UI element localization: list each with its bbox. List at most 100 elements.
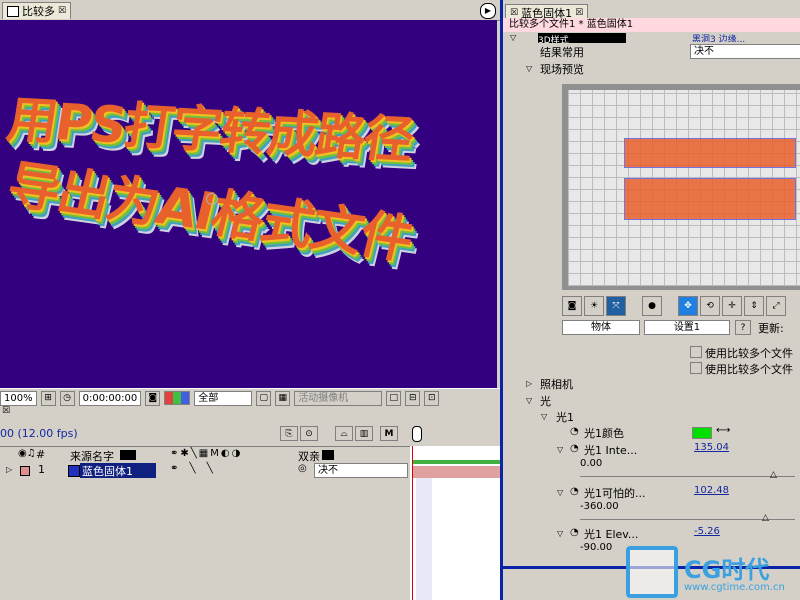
light1-azimuth-min: -360.00 xyxy=(580,501,619,512)
elevation-arrow-icon[interactable]: ▽ xyxy=(557,529,563,538)
pixel-aspect-icon[interactable]: ⊟ xyxy=(405,390,421,406)
light1-color-swatch[interactable] xyxy=(692,427,712,439)
layer-switches-icons[interactable]: ⚭ ╲ ╲ xyxy=(170,463,217,474)
checkbox-1[interactable] xyxy=(690,346,702,358)
checkbox-2[interactable] xyxy=(690,362,702,374)
layer-name[interactable]: 蓝色固体1 xyxy=(80,463,156,479)
pan-tool-icon[interactable]: ✛ xyxy=(722,296,742,316)
comp-toolbar: 100% ⊞ ◷ 0:00:00:00 ◙ 全部 ▢ ▦ 活动摄像机 □ ⊟ ⊡ xyxy=(0,388,500,407)
draft-3d-icon[interactable]: ⌓ xyxy=(335,426,353,441)
stopwatch-icon[interactable]: ◔ xyxy=(570,426,579,437)
scale-tool-icon[interactable]: ⤢ xyxy=(766,296,786,316)
comp-flowchart-icon[interactable]: ⎘ xyxy=(280,426,298,441)
preview-toolbar: ◙ ☀ ⤧ ● ✥ ⟲ ✛ ⇕ ⤢ xyxy=(562,296,800,316)
object-select[interactable]: 物体 xyxy=(562,320,640,335)
light1-elevation-value[interactable]: -5.26 xyxy=(694,526,720,537)
work-area-bar[interactable] xyxy=(412,460,500,464)
camera-expand-arrow-icon[interactable]: ▷ xyxy=(526,379,532,388)
camera-view-icon[interactable]: ◙ xyxy=(562,296,582,316)
parent-pickwhip-icon[interactable]: ◎ xyxy=(298,463,307,474)
checkbox-2-label: 使用比较多个文件 xyxy=(705,363,793,376)
sphere-icon[interactable]: ● xyxy=(642,296,662,316)
timecode-field[interactable]: 0:00:00:00 xyxy=(78,390,142,406)
snapshot-icon[interactable]: ◷ xyxy=(59,390,75,406)
safe-zones-icon[interactable]: ⊞ xyxy=(40,390,56,406)
intensity-slider-knob[interactable]: △ xyxy=(770,470,777,480)
stopwatch-icon[interactable]: ◔ xyxy=(570,527,579,538)
light1-intensity-value[interactable]: 135.04 xyxy=(694,442,729,453)
world-axis-icon[interactable]: ⤧ xyxy=(606,296,626,316)
camera-icon[interactable]: ◙ xyxy=(145,390,161,406)
rotate-tool-icon[interactable]: ⟲ xyxy=(700,296,720,316)
live-preview[interactable] xyxy=(568,90,800,286)
motion-blur-icon[interactable]: M xyxy=(380,426,398,441)
camera-label: 照相机 xyxy=(540,378,573,391)
crosshair-icon xyxy=(206,193,218,205)
eyedropper-icon[interactable]: ⟷ xyxy=(716,425,730,436)
layer-duration-bar[interactable] xyxy=(412,466,500,478)
frame-blend-icon[interactable]: ▥ xyxy=(355,426,373,441)
azimuth-slider-knob[interactable]: △ xyxy=(762,513,769,523)
light-collapse-arrow-icon[interactable]: ▽ xyxy=(526,396,532,405)
result-select[interactable]: 决不 xyxy=(690,44,800,59)
cgtime-logo-icon xyxy=(626,546,678,598)
transparency-grid-icon[interactable]: ▦ xyxy=(275,390,291,406)
preview-label: 现场预览 xyxy=(540,63,584,76)
preview-text-line2 xyxy=(624,178,796,220)
resolution-select[interactable]: 全部 xyxy=(194,390,253,406)
panel-menu-icon[interactable]: ▶ xyxy=(480,3,496,19)
current-time-line xyxy=(412,446,413,600)
close-icon[interactable]: ☒ xyxy=(510,8,518,18)
settings-select[interactable]: 设置1 xyxy=(644,320,730,335)
intensity-slider[interactable] xyxy=(580,476,795,477)
av-switches-icon: ◉♫ xyxy=(18,448,36,459)
channel-swatches-icon[interactable] xyxy=(164,391,191,405)
col-parent-swatch xyxy=(322,450,334,460)
timeline-track-area xyxy=(416,478,432,600)
col-source-name[interactable]: 来源名字 xyxy=(70,448,114,464)
time-indicator-icon[interactable] xyxy=(412,426,422,442)
light1-azimuth-value[interactable]: 102.48 xyxy=(694,485,729,496)
layer-row[interactable]: ▷ 1 蓝色固体1 ⚭ ╲ ╲ ◎ 决不 xyxy=(0,463,410,479)
timeline-tab-bar: ☒ xyxy=(0,406,500,420)
fast-preview-icon[interactable]: ⊡ xyxy=(424,390,440,406)
light1-intensity-label: 光1 Inte... xyxy=(584,444,638,457)
composition-viewer[interactable]: 用PS打字转成路径 导出为AI格式文件 xyxy=(0,20,497,388)
style-label: 3D样式 xyxy=(538,33,626,43)
help-button[interactable]: ? xyxy=(735,320,751,335)
comp-tab[interactable]: 比较多 ☒ xyxy=(2,2,72,19)
timeline-graph[interactable] xyxy=(410,446,500,600)
stopwatch-icon[interactable]: ◔ xyxy=(570,486,579,497)
azimuth-arrow-icon[interactable]: ▽ xyxy=(557,488,563,497)
comp-icon xyxy=(7,5,19,17)
light1-collapse-arrow-icon[interactable]: ▽ xyxy=(541,412,547,421)
intensity-arrow-icon[interactable]: ▽ xyxy=(557,445,563,454)
close-icon[interactable]: ☒ xyxy=(2,406,10,416)
cgtime-url: www.cgtime.com.cn xyxy=(684,582,785,593)
region-icon[interactable]: ▢ xyxy=(256,390,272,406)
view-select[interactable]: 活动摄像机 xyxy=(294,390,383,406)
view-layout-icon[interactable]: □ xyxy=(386,390,402,406)
preview-collapse-arrow-icon[interactable]: ▽ xyxy=(526,64,532,73)
zoom-select[interactable]: 100% xyxy=(0,390,37,406)
timeline-body xyxy=(0,478,410,600)
expand-arrow-icon[interactable]: ▷ xyxy=(6,465,12,474)
layer-label-color[interactable] xyxy=(20,466,30,476)
update-label: 更新: xyxy=(758,322,784,335)
dolly-tool-icon[interactable]: ⇕ xyxy=(744,296,764,316)
parent-select[interactable]: 决不 xyxy=(314,463,408,478)
style-value[interactable]: 黑洞3 边缘... xyxy=(692,32,745,42)
light1-label: 光1 xyxy=(556,411,574,424)
col-parent[interactable]: 双亲 xyxy=(298,448,320,464)
comp-view-icon[interactable]: ⊙ xyxy=(300,426,318,441)
stopwatch-icon[interactable]: ◔ xyxy=(570,443,579,454)
preview-text-line1 xyxy=(624,138,796,168)
close-icon[interactable]: ☒ xyxy=(58,6,66,16)
timeline-toolbar: 00 (12.00 fps) ⎘ ⊙ ⌓ ▥ M xyxy=(0,424,500,442)
move-tool-icon[interactable]: ✥ xyxy=(678,296,698,316)
light-icon[interactable]: ☀ xyxy=(584,296,604,316)
close-icon[interactable]: ☒ xyxy=(575,8,583,18)
collapse-arrow-icon[interactable]: ▽ xyxy=(510,33,516,42)
light1-azimuth-label: 光1可怕的... xyxy=(584,487,646,500)
col-hash: # xyxy=(36,448,46,461)
